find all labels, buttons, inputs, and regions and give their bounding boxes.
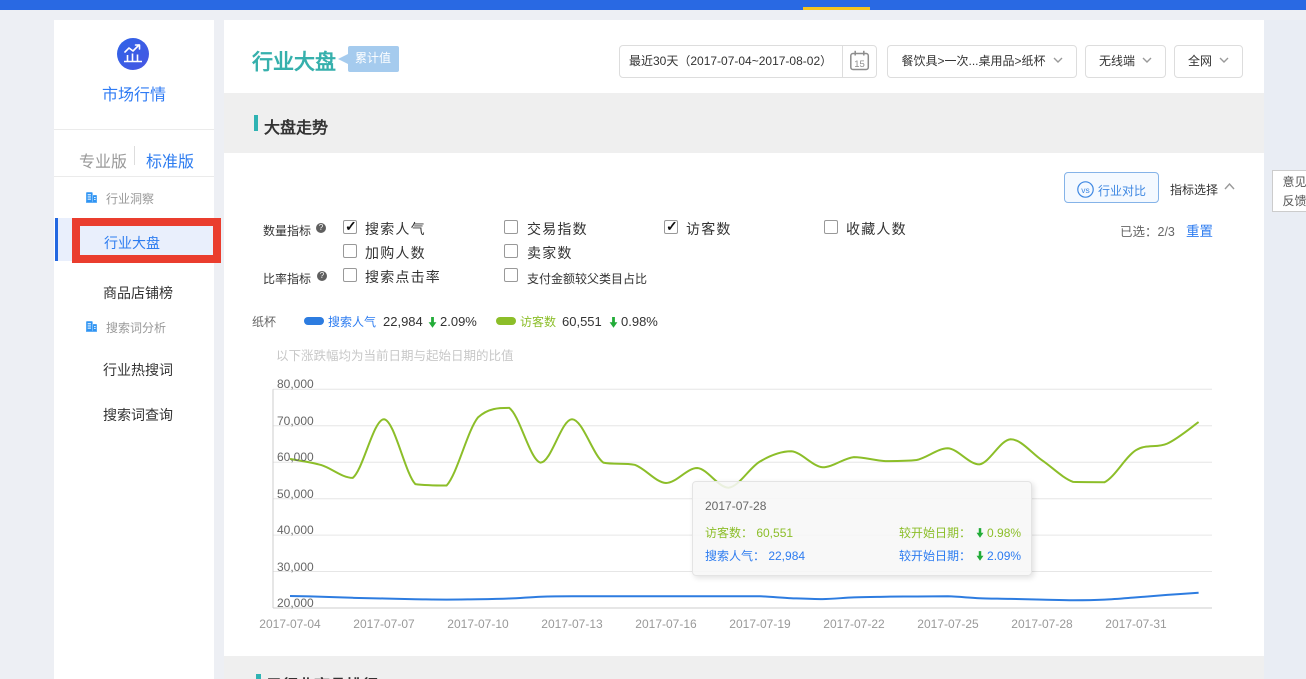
svg-text:vs: vs [1081,185,1090,195]
svg-text:15: 15 [854,59,865,70]
